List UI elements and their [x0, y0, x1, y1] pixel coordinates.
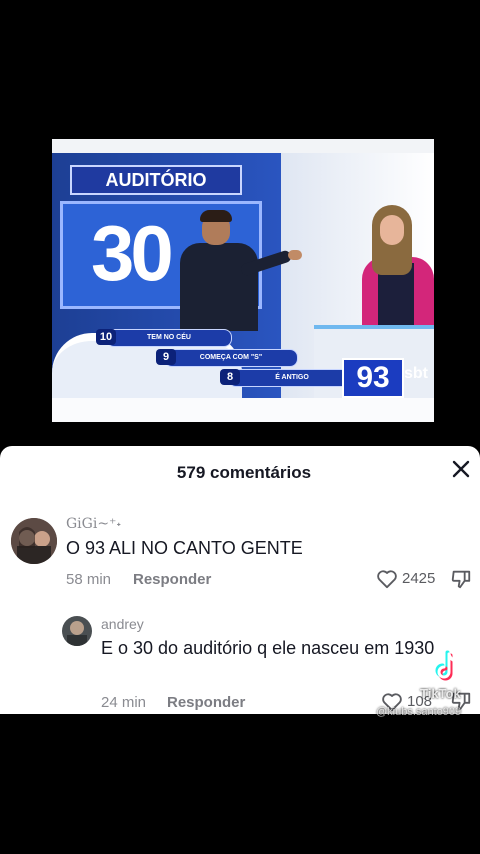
clue-text: COMEÇA COM "S" [164, 349, 298, 367]
reply-button[interactable]: Responder [167, 694, 245, 711]
video-bottom-strip [52, 398, 434, 422]
channel-logo: sbt [404, 365, 428, 382]
comment-time: 58 min [66, 571, 112, 588]
tiktok-watermark-text: TikTok [420, 686, 461, 701]
reply-text: E o 30 do auditório q ele nasceu em 1930 [101, 638, 435, 658]
host-figure [180, 210, 302, 331]
auditorio-number: 30 [91, 209, 174, 297]
comments-sheet: 579 comentários GiGi~⁺˖ O 93 ALI NO CANT… [0, 446, 480, 714]
tiktok-logo-icon [435, 650, 459, 681]
score-display: 93 [342, 358, 404, 398]
reply-button[interactable]: Responder [133, 571, 211, 588]
heart-icon[interactable] [376, 569, 398, 589]
auditorio-banner: AUDITÓRIO [70, 165, 242, 195]
clue-text: É ANTIGO [228, 369, 356, 387]
like-count: 2425 [402, 570, 436, 587]
clue-text: TEM NO CÉU [106, 329, 232, 347]
tv-show-stage: AUDITÓRIO 30 TEM NO CÉU 10 COMEÇA COM "S… [52, 153, 434, 398]
avatar-image [62, 616, 92, 646]
comment-text: O 93 ALI NO CANTO GENTE [66, 538, 303, 558]
comment-username[interactable]: GiGi~⁺˖ [66, 516, 121, 532]
comments-count-title: 579 comentários [176, 463, 312, 482]
clue-number: 9 [156, 349, 176, 365]
video-frame[interactable]: AUDITÓRIO 30 TEM NO CÉU 10 COMEÇA COM "S… [52, 139, 434, 422]
avatar[interactable] [62, 616, 92, 646]
clue-number: 8 [220, 369, 240, 385]
reply-username[interactable]: andrey [101, 616, 144, 632]
close-icon[interactable] [450, 458, 472, 480]
contestant-figure [360, 205, 434, 347]
dislike-icon[interactable] [450, 568, 472, 590]
clue-number: 10 [96, 329, 116, 345]
avatar[interactable] [11, 518, 57, 564]
watermark-handle: @kiubs.santo909 [376, 706, 462, 718]
avatar-image [11, 518, 57, 564]
reply-time: 24 min [101, 694, 147, 711]
